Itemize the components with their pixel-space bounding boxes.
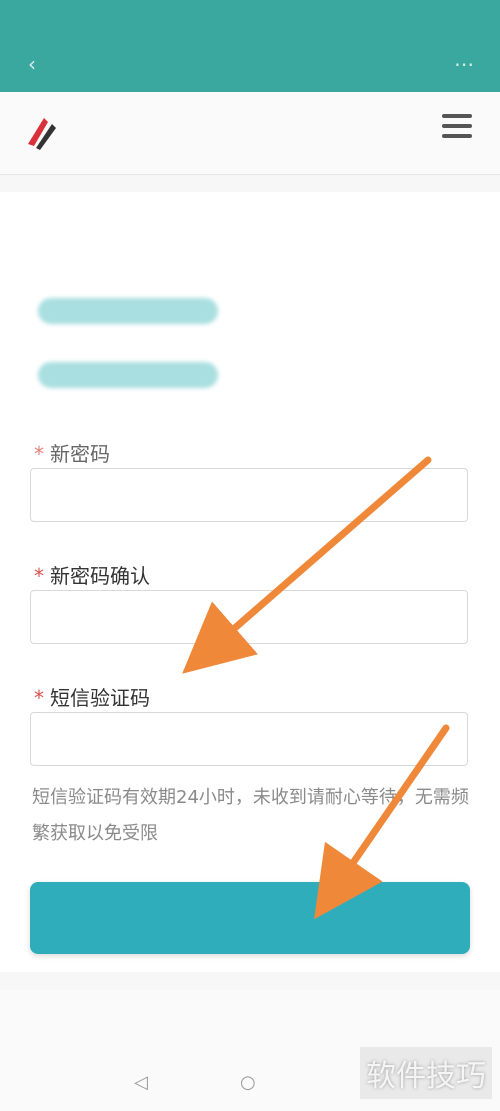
sms-code-label: * 短信验证码 <box>34 686 150 710</box>
brand-logo-icon[interactable] <box>22 112 62 152</box>
site-header <box>0 92 500 175</box>
required-star: * <box>34 686 44 710</box>
required-star: * <box>34 442 44 466</box>
new-password-label: * 新密码 <box>34 442 110 466</box>
required-star: * <box>34 564 44 588</box>
submit-button[interactable] <box>30 882 470 954</box>
info-pill <box>38 362 218 388</box>
more-icon[interactable]: ⋯ <box>454 52 474 76</box>
new-password-input[interactable] <box>30 468 468 522</box>
watermark: 软件技巧 <box>360 1047 492 1099</box>
back-icon[interactable]: ‹ <box>28 52 36 76</box>
confirm-password-label: * 新密码确认 <box>34 564 150 588</box>
back-nav-icon[interactable]: ◁ <box>134 1072 158 1096</box>
reset-password-form: * 新密码 * 新密码确认 * 短信验证码 短信验证码有效期24小时，未收到请耐心等待… <box>0 192 500 972</box>
sms-code-input[interactable] <box>30 712 468 766</box>
app-bar: ‹ ⋯ <box>0 40 500 92</box>
info-pill <box>38 298 218 324</box>
hamburger-icon[interactable] <box>442 114 472 144</box>
status-bar <box>0 0 500 40</box>
confirm-password-input[interactable] <box>30 590 468 644</box>
home-nav-icon[interactable]: ○ <box>240 1072 264 1096</box>
sms-note: 短信验证码有效期24小时，未收到请耐心等待，无需频繁获取以免受限 <box>32 787 469 844</box>
